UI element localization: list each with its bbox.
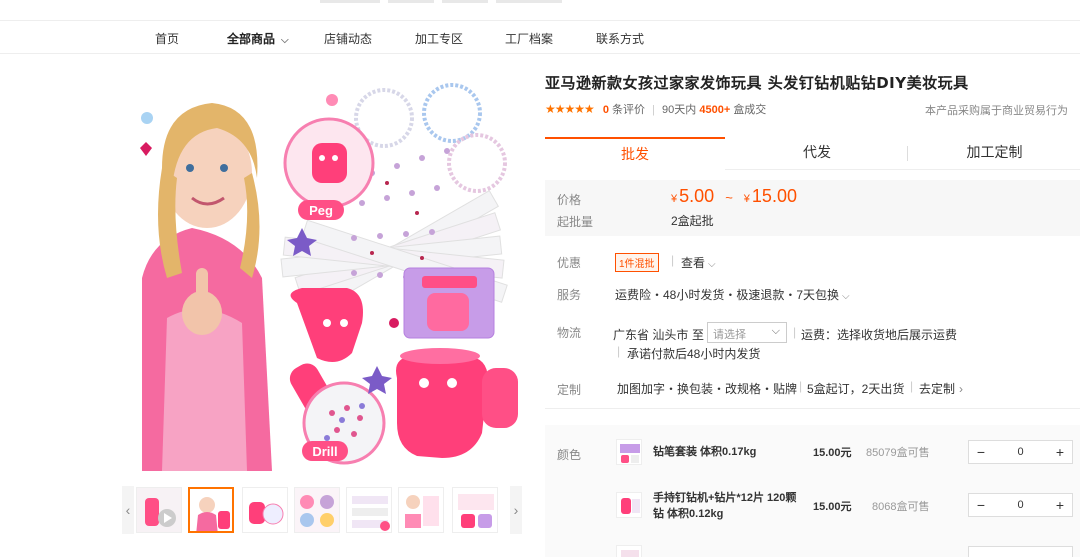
product-main-image[interactable]: Peg Drill (122, 78, 522, 471)
separator: | (652, 104, 655, 116)
review-count[interactable]: 0 (603, 104, 609, 116)
tab-divider (907, 146, 908, 161)
chevron-down-icon: ⌵ (842, 291, 850, 302)
chevron-down-icon: ⌵ (281, 35, 289, 46)
separator: | (910, 379, 914, 393)
service-items: 运费险・48小时发货・极速退款・7天包换 (615, 288, 840, 302)
deals-suffix: 盒成交 (733, 104, 767, 116)
sku-thumbnail-2[interactable] (616, 492, 642, 518)
purchase-note-text: 本产品采购属于商业贸易行为 (925, 105, 1068, 117)
quantity-input[interactable]: 0 (993, 441, 1048, 463)
thumbnail-1[interactable] (136, 487, 182, 533)
custom-label: 定制 (557, 383, 582, 397)
moq-value: 2盒起批 (671, 214, 714, 228)
rating-stars-icon: ★★★★★ (545, 102, 595, 116)
promo-view-link[interactable]: 查看 ⌵ (681, 254, 716, 271)
nav-shop-news[interactable]: 店铺动态 (324, 30, 372, 47)
thumbnail-strip: ‹ › (122, 486, 522, 534)
plus-button[interactable]: + (1048, 494, 1072, 516)
price-high: 15.00 (751, 186, 797, 206)
minus-button[interactable]: − (969, 441, 993, 463)
tab-wholesale[interactable]: 批发 (545, 137, 725, 170)
separator: | (617, 344, 621, 358)
moq-label: 起批量 (557, 215, 594, 229)
top-strip (0, 0, 1080, 20)
purchase-mode-tabs: 批发 代发 加工定制 (545, 137, 1080, 170)
freight-text: 运费：选择收货地后展示运费 (801, 328, 958, 342)
quantity-input[interactable]: 0 (993, 494, 1048, 516)
purchase-note: 本产品采购属于商业贸易行为 举 (925, 102, 1080, 118)
logistics-label: 物流 (557, 326, 582, 340)
separator: | (799, 379, 803, 393)
currency-symbol: ¥ (671, 193, 678, 205)
custom-moq: 5盒起订，2天出货 (807, 382, 905, 396)
chevron-down-icon: ⌵ (708, 259, 716, 270)
custom-options: 加图加字・换包装・改规格・贴牌 (617, 382, 798, 396)
deals-count: 4500+ (699, 104, 731, 116)
thumbnail-5[interactable] (346, 487, 392, 533)
service-label: 服务 (557, 288, 582, 302)
product-illustration: Peg Drill (140, 83, 518, 471)
chevron-down-icon: ⌵ (771, 325, 780, 337)
thumbnail-7[interactable] (452, 487, 498, 533)
thumbnail-3[interactable] (242, 487, 288, 533)
drill-label: Drill (312, 444, 337, 459)
price-low: 5.00 (679, 186, 715, 206)
price-tilde: ~ (725, 190, 733, 205)
promo-view-label: 查看 (681, 256, 706, 270)
shop-nav: 首页 全部商品 ⌵ 店铺动态 加工专区 工厂档案 联系方式 (0, 20, 1080, 54)
divider (545, 408, 1080, 409)
nav-processing[interactable]: 加工专区 (415, 30, 463, 47)
rating-row: ★★★★★ 0 条评价 | 90天内 4500+ 盒成交 (545, 101, 766, 117)
thumbnail-2[interactable] (188, 487, 234, 533)
thumb-next-arrow-icon[interactable]: › (510, 486, 522, 534)
sku-stock-2: 8068盒可售 (872, 501, 930, 513)
nav-factory[interactable]: 工厂档案 (505, 30, 553, 47)
sku-name-1: 钻笔套装 体积0.17kg (653, 446, 757, 458)
price-range: ¥5.00 ~ ¥15.00 (671, 186, 797, 207)
thumbnail-4[interactable] (294, 487, 340, 533)
nav-contact[interactable]: 联系方式 (596, 30, 644, 47)
quantity-stepper-3 (968, 546, 1073, 557)
tab-dropship[interactable]: 代发 (727, 137, 907, 170)
plus-button[interactable]: + (1048, 441, 1072, 463)
custom-link-label: 去定制 (919, 382, 956, 396)
peg-label: Peg (309, 203, 333, 218)
product-title: 亚马逊新款女孩过家家发饰玩具 头发钉钻机贴钻DIY美妆玩具 (545, 74, 969, 92)
thumbnail-6[interactable] (398, 487, 444, 533)
review-label[interactable]: 条评价 (612, 104, 645, 116)
logistics-to: 至 (692, 328, 705, 342)
minus-button[interactable]: − (969, 494, 993, 516)
promo-label: 优惠 (557, 256, 582, 270)
sku-name-2: 手持钉钻机+钻片*12片 120颗钻 体积0.12kg (653, 492, 797, 520)
sku-price-2: 15.00元 (813, 501, 852, 513)
quantity-stepper-2: − 0 + (968, 493, 1073, 517)
separator: | (793, 325, 797, 339)
chevron-right-icon: › (959, 382, 964, 396)
shipping-promise: 承诺付款后48小时内发货 (627, 347, 761, 361)
nav-all-products-label: 全部商品 (227, 32, 276, 46)
price-box: 价格 ¥5.00 ~ ¥15.00 起批量 2盒起批 (545, 180, 1080, 236)
sku-stock-1: 85079盒可售 (866, 447, 930, 459)
nav-all-products[interactable]: 全部商品 ⌵ (227, 30, 289, 47)
service-text[interactable]: 运费险・48小时发货・极速退款・7天包换 ⌵ (615, 286, 850, 303)
nav-home[interactable]: 首页 (155, 30, 179, 47)
price-label: 价格 (557, 193, 582, 207)
currency-symbol: ¥ (743, 193, 750, 205)
thumb-prev-arrow-icon[interactable]: ‹ (122, 486, 134, 534)
separator: | (671, 253, 675, 267)
quantity-stepper-1: − 0 + (968, 440, 1073, 464)
custom-link[interactable]: 去定制 › (919, 380, 963, 397)
deals-prefix: 90天内 (662, 104, 697, 116)
logistics-origin: 广东省 汕头市 (613, 328, 689, 342)
promo-badge: 1件混批 (615, 253, 659, 272)
destination-placeholder: 请选择 (713, 329, 746, 341)
sku-price-1: 15.00元 (813, 447, 852, 459)
color-label: 颜色 (557, 448, 582, 462)
sku-thumbnail-1[interactable] (616, 439, 642, 465)
tab-custom[interactable]: 加工定制 (909, 137, 1080, 170)
sku-thumbnail-3[interactable] (616, 545, 642, 557)
destination-select[interactable]: 请选择 ⌵ (707, 322, 787, 343)
